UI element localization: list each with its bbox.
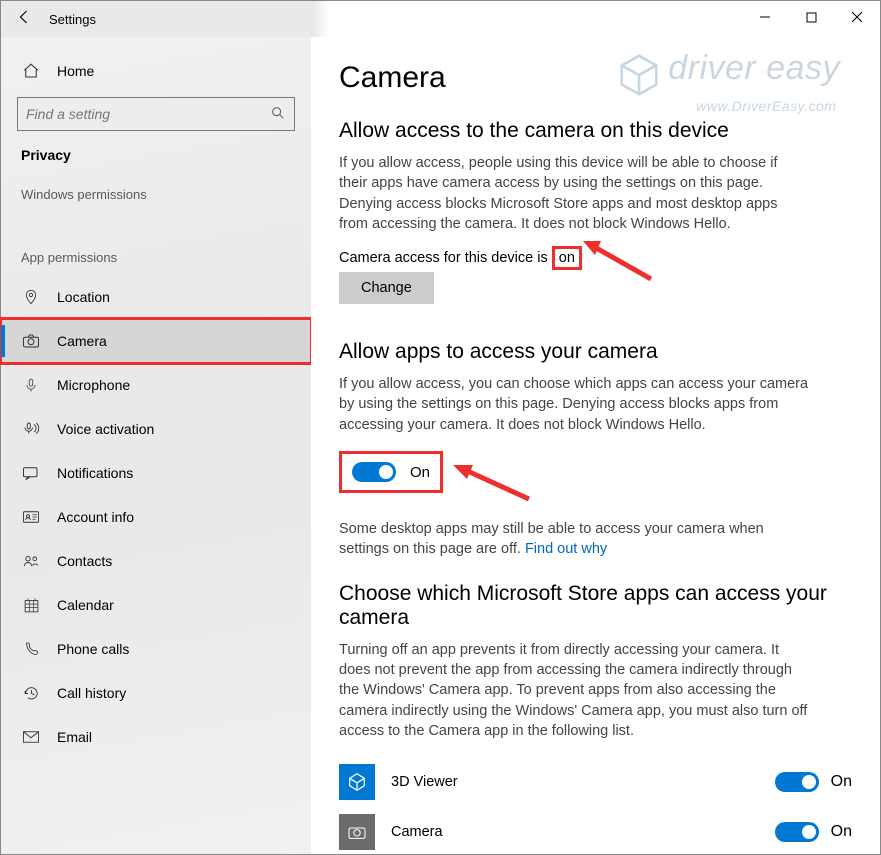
voice-icon bbox=[21, 421, 41, 437]
main-panel: driver easy www.DriverEasy.com Camera Al… bbox=[311, 37, 880, 854]
nav-label: Camera bbox=[57, 333, 107, 349]
search-box[interactable] bbox=[17, 97, 295, 131]
app-name: 3D Viewer bbox=[391, 774, 775, 790]
nav-call-history[interactable]: Call history bbox=[1, 671, 311, 715]
email-icon bbox=[21, 730, 41, 744]
3dviewer-icon bbox=[339, 764, 375, 800]
app-row-camera: Camera On bbox=[339, 807, 852, 854]
app-toggle-3dviewer[interactable] bbox=[775, 772, 819, 792]
find-out-why-link[interactable]: Find out why bbox=[525, 541, 607, 557]
home-icon bbox=[21, 62, 41, 80]
account-icon bbox=[21, 509, 41, 525]
window-controls bbox=[742, 1, 880, 33]
apps-access-toggle-wrap: On bbox=[339, 451, 443, 493]
home-nav[interactable]: Home bbox=[1, 51, 311, 91]
apps-access-toggle[interactable] bbox=[352, 462, 396, 482]
group-app-permissions: App permissions bbox=[1, 236, 311, 275]
contacts-icon bbox=[21, 553, 41, 569]
apps-access-toggle-label: On bbox=[410, 464, 430, 481]
calendar-icon bbox=[21, 597, 41, 614]
nav-label: Account info bbox=[57, 509, 134, 525]
back-button[interactable] bbox=[1, 8, 49, 31]
nav-contacts[interactable]: Contacts bbox=[1, 539, 311, 583]
section3-heading: Choose which Microsoft Store apps can ac… bbox=[339, 582, 852, 630]
microphone-icon bbox=[21, 376, 41, 394]
section2-desc: If you allow access, you can choose whic… bbox=[339, 374, 809, 435]
nav-voice-activation[interactable]: Voice activation bbox=[1, 407, 311, 451]
phone-icon bbox=[21, 641, 41, 658]
group-windows-permissions: Windows permissions bbox=[1, 173, 311, 212]
camera-icon bbox=[21, 333, 41, 349]
nav-account-info[interactable]: Account info bbox=[1, 495, 311, 539]
section1-desc: If you allow access, people using this d… bbox=[339, 153, 809, 234]
notifications-icon bbox=[21, 465, 41, 481]
nav-calendar[interactable]: Calendar bbox=[1, 583, 311, 627]
nav-label: Notifications bbox=[57, 465, 133, 481]
section2-heading: Allow apps to access your camera bbox=[339, 340, 852, 364]
search-input[interactable] bbox=[26, 106, 270, 122]
window-title: Settings bbox=[49, 12, 96, 27]
section2-note: Some desktop apps may still be able to a… bbox=[339, 519, 809, 560]
app-toggle-camera[interactable] bbox=[775, 822, 819, 842]
close-button[interactable] bbox=[834, 1, 880, 33]
nav-label: Email bbox=[57, 729, 92, 745]
category-label: Privacy bbox=[1, 145, 311, 173]
section1-heading: Allow access to the camera on this devic… bbox=[339, 119, 852, 143]
change-button[interactable]: Change bbox=[339, 272, 434, 304]
history-icon bbox=[21, 685, 41, 702]
nav-camera[interactable]: Camera bbox=[1, 319, 311, 363]
sidebar: Home Privacy Windows permissions App per… bbox=[1, 37, 311, 854]
nav-label: Voice activation bbox=[57, 421, 154, 437]
nav-location[interactable]: Location bbox=[1, 275, 311, 319]
nav-notifications[interactable]: Notifications bbox=[1, 451, 311, 495]
nav-phone-calls[interactable]: Phone calls bbox=[1, 627, 311, 671]
nav-label: Microphone bbox=[57, 377, 130, 393]
nav-label: Call history bbox=[57, 685, 126, 701]
watermark: driver easy www.DriverEasy.com bbox=[616, 49, 840, 114]
search-icon bbox=[270, 105, 286, 124]
nav-email[interactable]: Email bbox=[1, 715, 311, 759]
section3-desc: Turning off an app prevents it from dire… bbox=[339, 640, 809, 741]
app-row-3dviewer: 3D Viewer On bbox=[339, 757, 852, 807]
status-on-highlight: on bbox=[552, 246, 582, 270]
nav-microphone[interactable]: Microphone bbox=[1, 363, 311, 407]
minimize-button[interactable] bbox=[742, 1, 788, 33]
camera-app-icon bbox=[339, 814, 375, 850]
device-access-status: Camera access for this device is on bbox=[339, 250, 852, 266]
maximize-button[interactable] bbox=[788, 1, 834, 33]
app-toggle-label: On bbox=[831, 823, 852, 841]
nav-label: Contacts bbox=[57, 553, 112, 569]
app-toggle-label: On bbox=[831, 773, 852, 791]
app-name: Camera bbox=[391, 824, 775, 840]
location-icon bbox=[21, 288, 41, 306]
nav-label: Location bbox=[57, 289, 110, 305]
nav-label: Phone calls bbox=[57, 641, 129, 657]
nav-label: Calendar bbox=[57, 597, 114, 613]
home-label: Home bbox=[57, 63, 94, 79]
